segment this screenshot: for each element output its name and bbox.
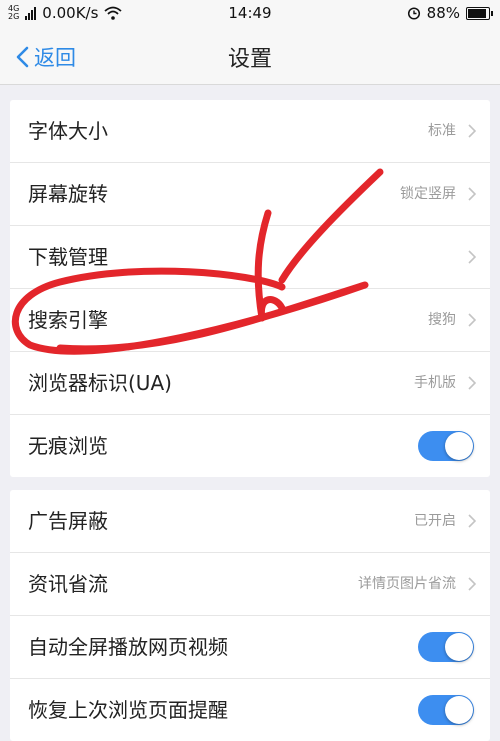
annotation-circle-stroke — [11, 267, 369, 355]
annotation-arrow-head — [254, 209, 286, 322]
annotation-arrow-shaft — [278, 168, 384, 284]
red-annotation-overlay — [11, 168, 384, 355]
